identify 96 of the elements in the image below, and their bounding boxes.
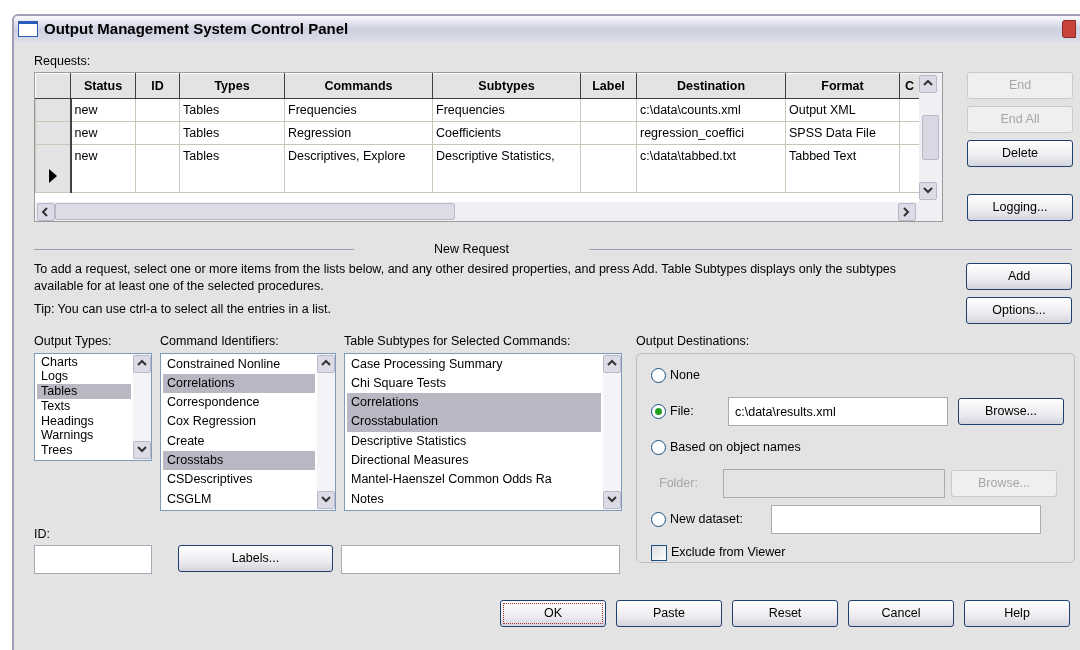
window-icon	[18, 21, 38, 37]
list-item[interactable]: CSGLM	[163, 489, 315, 509]
column-header[interactable]: Status	[70, 73, 136, 99]
list-item[interactable]: Trees	[37, 443, 131, 459]
group-label: Output Destinations:	[636, 332, 751, 350]
action-button[interactable]: Add	[966, 262, 1072, 290]
list-item[interactable]: Mantel-Haenszel Common Odds Ra	[347, 470, 601, 490]
browse-button[interactable]: Browse...	[958, 398, 1064, 425]
checkbox[interactable]	[651, 544, 667, 561]
dialog-button[interactable]: Help	[964, 600, 1070, 628]
scrollbar[interactable]	[317, 353, 335, 510]
column-header[interactable]: ID	[135, 73, 180, 99]
horizontal-scrollbar[interactable]	[35, 202, 942, 221]
dialog-button[interactable]: Paste	[616, 600, 722, 628]
column-header[interactable]: Subtypes	[432, 73, 581, 99]
list-item[interactable]: Notes	[347, 489, 601, 509]
dialog-button[interactable]: Cancel	[848, 600, 954, 628]
list-box[interactable]: Charts Logs Tables Texts Headings Warnings Trees	[34, 352, 152, 461]
list-item[interactable]: CSDescriptives	[163, 470, 315, 490]
list-item[interactable]: Crosstabulation	[347, 412, 601, 432]
column-header[interactable]: Commands	[284, 73, 433, 99]
dataset-name-field[interactable]	[770, 505, 1041, 534]
table-cell: Regression	[288, 126, 352, 140]
table-cell: Frequencies	[288, 103, 357, 117]
list-label: Command Identifiers:	[160, 332, 280, 350]
list-label: Output Types:	[34, 332, 113, 350]
folder-label: Folder:	[659, 475, 699, 493]
dialog-button[interactable]: OK	[500, 600, 606, 628]
radio-button[interactable]	[651, 368, 666, 383]
row-header[interactable]	[35, 121, 71, 145]
table-cell: regression_coeffici	[640, 126, 744, 140]
table-cell: Descriptive Statistics,	[436, 149, 555, 163]
list-item[interactable]: Correlations	[347, 393, 601, 413]
window-title: Output Management System Control Panel	[44, 18, 349, 39]
radio-label: New dataset:	[670, 511, 743, 529]
list-item[interactable]: Create	[163, 431, 315, 451]
requests-label: Requests:	[34, 53, 92, 70]
table-cell: Coefficients	[436, 126, 502, 140]
list-item[interactable]: Case Processing Summary	[347, 354, 601, 374]
labels-field[interactable]	[341, 545, 620, 575]
table-cell: new	[74, 103, 98, 117]
labels-button[interactable]: Labels...	[178, 545, 333, 573]
id-field[interactable]	[34, 545, 152, 575]
list-item[interactable]: Descriptive Statistics	[347, 431, 601, 451]
table-cell: Frequencies	[436, 103, 505, 117]
table-cell: new	[74, 126, 98, 140]
side-button[interactable]: Logging...	[967, 194, 1073, 221]
list-item[interactable]: Charts	[37, 354, 131, 370]
list-item[interactable]: Crosstabs	[163, 451, 315, 471]
list-item[interactable]: Cox Regression	[163, 412, 315, 432]
list-item[interactable]: Logs	[37, 369, 131, 385]
list-item[interactable]: Constrained Nonline	[163, 354, 315, 374]
radio-button[interactable]	[651, 404, 666, 419]
dialog-button[interactable]: Reset	[732, 600, 838, 628]
list-item[interactable]: Headings	[37, 413, 131, 429]
radio-label: None	[670, 367, 700, 385]
radio-label: Based on object names	[670, 439, 801, 457]
scrollbar[interactable]	[133, 353, 151, 460]
list-item[interactable]: Warnings	[37, 428, 131, 444]
instructions-text: To add a request, select one or more items from the lists below, and any other desired properties, and press Add. Table Subtypes displays only the subtypes available for at least one of the selected procedures.	[34, 260, 898, 295]
table-cell: Output XML	[789, 103, 856, 117]
table-cell: Tables	[183, 149, 220, 163]
table-cell: Tables	[183, 103, 220, 117]
table-cell: c:\data\counts.xml	[640, 103, 741, 117]
row-header[interactable]	[35, 144, 71, 193]
file-path-field[interactable]: c:\data\results.xml	[728, 397, 948, 426]
scrollbar[interactable]	[603, 353, 621, 510]
list-label: Table Subtypes for Selected Commands:	[344, 332, 572, 350]
table-cell: Tables	[183, 126, 220, 140]
list-item[interactable]: Texts	[37, 398, 131, 414]
row-header[interactable]	[35, 98, 71, 122]
list-item[interactable]: Correlations	[163, 373, 315, 394]
table-cell: new	[74, 149, 98, 163]
column-header[interactable]: Destination	[636, 73, 786, 99]
column-header[interactable]: Types	[179, 73, 285, 99]
table-cell: SPSS Data File	[789, 126, 876, 140]
action-button[interactable]: Options...	[966, 296, 1072, 324]
list-item[interactable]: Chi Square Tests	[347, 373, 601, 394]
list-item[interactable]: Tables	[37, 384, 131, 399]
list-item[interactable]: Directional Measures	[347, 451, 601, 471]
section-title: New Request	[433, 241, 511, 258]
table-cell: Tabbed Text	[789, 149, 857, 163]
side-button[interactable]: Delete	[967, 140, 1073, 167]
radio-label: File:	[670, 403, 695, 421]
tip-text: Tip: You can use ctrl-a to select all the entries in a list.	[34, 300, 332, 318]
list-box[interactable]: Constrained Nonline Correlations Correspondence Cox Regression Create Crosstabs CSDescriptives CSGLM	[160, 352, 336, 511]
id-label: ID:	[34, 525, 51, 543]
list-item[interactable]: Correspondence	[163, 393, 315, 413]
vertical-scrollbar[interactable]	[919, 73, 942, 202]
column-header[interactable]: Format	[785, 73, 900, 99]
list-box[interactable]: Case Processing Summary Chi Square Tests Correlations Crosstabulation Descriptive Statistics Directional Measures Mantel-Haenszel Common Odds Ra Notes	[344, 352, 622, 511]
table-cell: c:\data\tabbed.txt	[640, 149, 736, 163]
column-header[interactable]: Label	[580, 73, 637, 99]
table-cell: Descriptives, Explore	[288, 149, 406, 163]
radio-button[interactable]	[651, 512, 666, 527]
checkbox-label: Exclude from Viewer	[671, 544, 786, 562]
